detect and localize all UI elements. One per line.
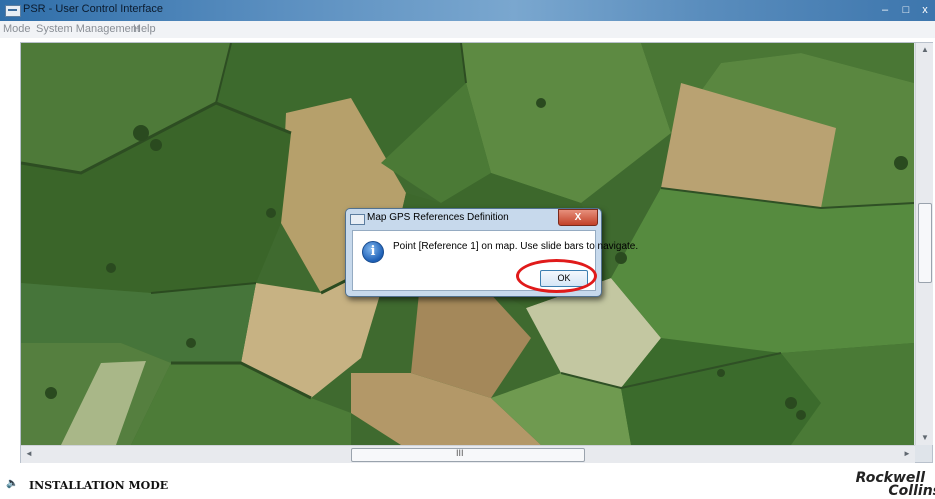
scroll-right-icon[interactable]: ►: [903, 449, 911, 458]
dialog-title: Map GPS References Definition: [367, 212, 509, 223]
maximize-button[interactable]: □: [897, 2, 915, 18]
speaker-icon: 🔈: [6, 478, 19, 489]
menu-system-management[interactable]: System Management: [36, 23, 140, 35]
menu-mode[interactable]: Mode: [3, 23, 31, 35]
vertical-scrollbar[interactable]: ▲ ▼: [915, 43, 933, 445]
mode-status-label: INSTALLATION MODE: [29, 479, 169, 492]
rockwell-collins-logo: Rockwell Collins: [850, 470, 935, 499]
app-icon: [5, 5, 21, 17]
menu-help[interactable]: Help: [133, 23, 156, 35]
scroll-down-icon[interactable]: ▼: [921, 433, 929, 442]
dialog-app-icon: [350, 214, 365, 225]
horizontal-scroll-thumb[interactable]: III: [351, 448, 585, 462]
window-titlebar[interactable]: PSR - User Control Interface – □ x: [0, 0, 935, 21]
window-title: PSR - User Control Interface: [23, 3, 163, 15]
info-icon: i: [362, 241, 384, 263]
scroll-left-icon[interactable]: ◄: [25, 449, 33, 458]
dialog-titlebar[interactable]: Map GPS References Definition X: [346, 209, 601, 229]
ok-highlight-ring: [516, 259, 597, 293]
vertical-scroll-thumb[interactable]: [918, 203, 932, 283]
close-button[interactable]: x: [917, 2, 933, 18]
scroll-grip-icon: III: [456, 448, 464, 458]
minimize-button[interactable]: –: [876, 2, 894, 18]
dialog-message: Point [Reference 1] on map. Use slide ba…: [393, 241, 639, 252]
scroll-up-icon[interactable]: ▲: [921, 45, 929, 54]
horizontal-scrollbar[interactable]: ◄ III ►: [21, 445, 915, 463]
menu-bar: Mode System Management Help: [0, 21, 935, 38]
logo-line-2: Collins: [888, 483, 935, 499]
dialog-close-button[interactable]: X: [558, 209, 598, 226]
